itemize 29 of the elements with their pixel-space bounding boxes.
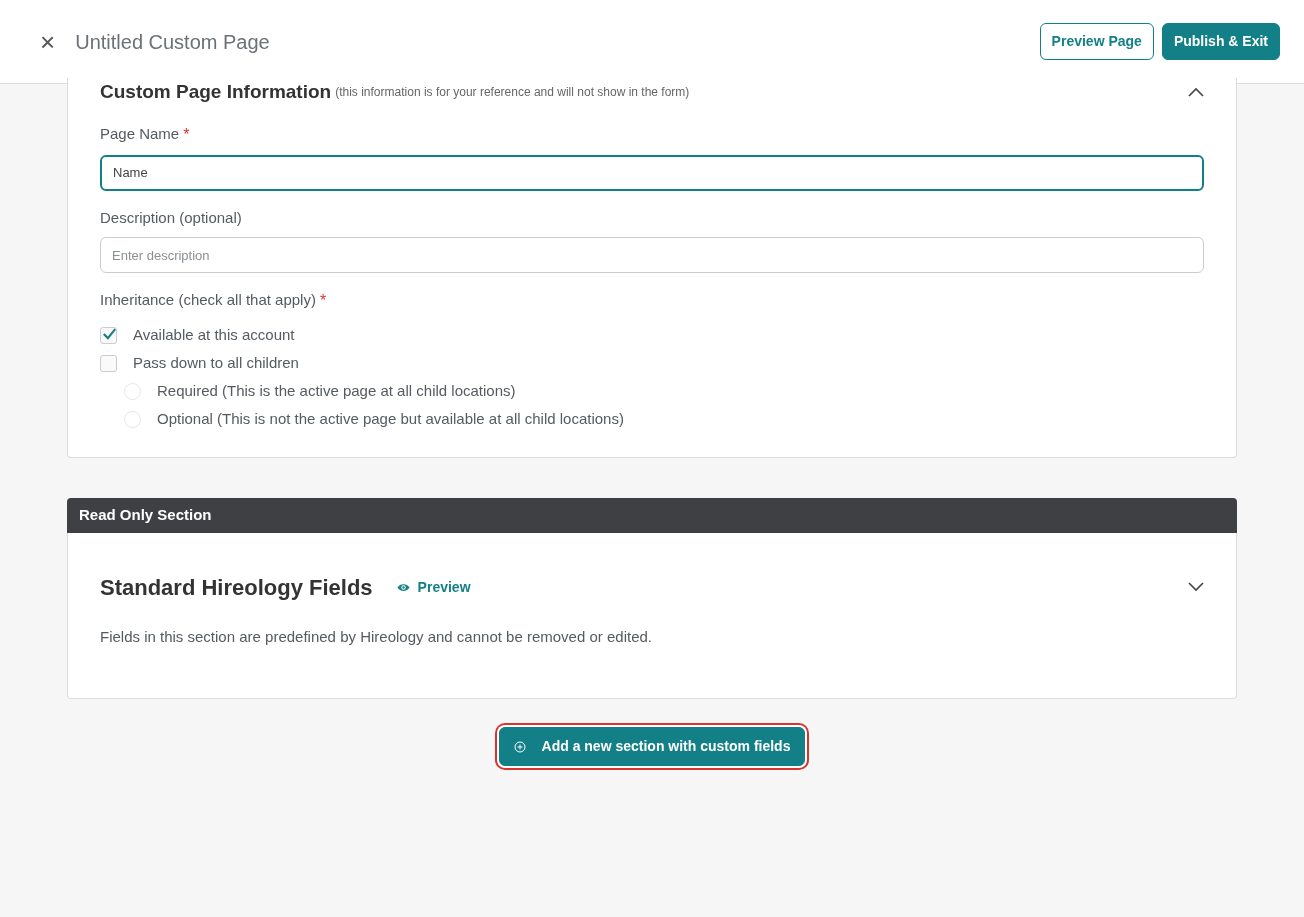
field-label: Inheritance (check all that apply): [100, 290, 316, 310]
input-field[interactable]: Name: [100, 154, 1204, 191]
required-asterisk: *: [319, 291, 327, 311]
card-title: Custom Page Information: [100, 80, 332, 104]
checkbox[interactable]: [100, 326, 117, 344]
section-band: Read Only Section: [67, 498, 1237, 533]
section-description: Fields in this section are predefined by Hireology and cannot be removed or edited.: [100, 626, 653, 647]
preview-link[interactable]: Preview: [396, 576, 471, 598]
eye-icon: [396, 582, 410, 592]
collapse-chevron[interactable]: [1188, 87, 1204, 98]
close-button[interactable]: ×: [34, 28, 62, 55]
publish-button[interactable]: Publish & Exit: [1161, 23, 1280, 60]
radio-label: Required (This is the active page at all child locations): [157, 380, 516, 401]
plus-circle-icon: [513, 740, 526, 753]
section-title: Standard Hireology Fields: [100, 573, 373, 602]
radio-label: Optional (This is not the active page but available at all child locations): [157, 408, 624, 429]
field-label: Description (optional): [100, 207, 242, 228]
card-note: (this information is for your reference and will not show in the form): [335, 84, 690, 102]
checkbox-label: Pass down to all children: [133, 352, 299, 373]
radio-button[interactable]: [124, 410, 141, 428]
field-label: Page Name: [100, 123, 180, 144]
preview-button[interactable]: Preview Page: [1039, 23, 1154, 60]
required-asterisk: *: [183, 124, 190, 145]
page-title: Untitled Custom Page: [75, 29, 270, 55]
radio-button[interactable]: [124, 382, 141, 400]
checkbox[interactable]: [100, 354, 117, 372]
checkbox-label: Available at this account: [133, 324, 295, 345]
input-field[interactable]: Enter description: [100, 237, 1204, 273]
expand-chevron[interactable]: [1188, 582, 1204, 592]
